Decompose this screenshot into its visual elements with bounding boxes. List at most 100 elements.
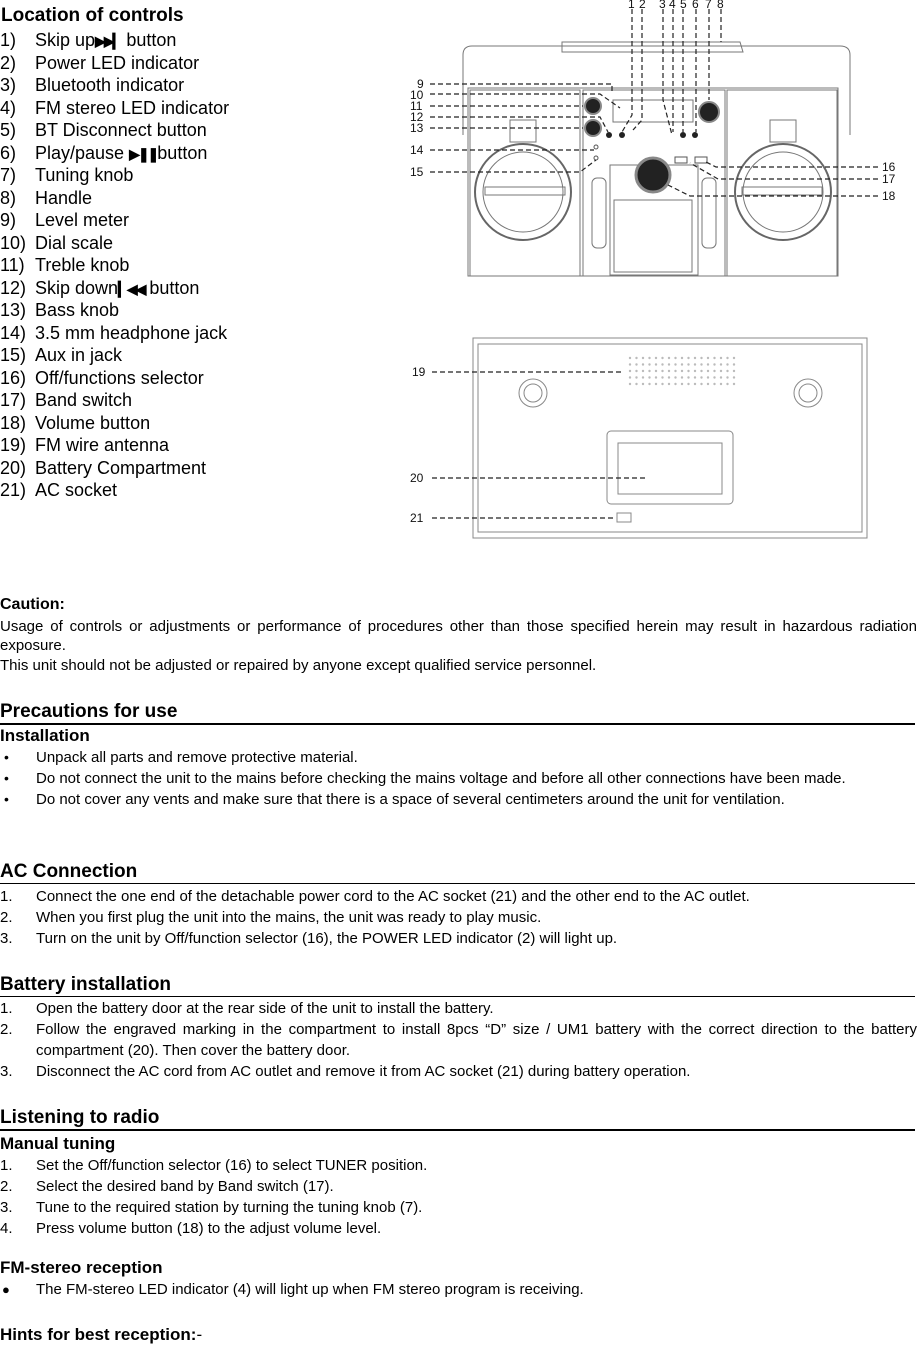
hints-heading-suffix: - [196, 1325, 203, 1344]
boombox-rear-illustration [472, 337, 868, 539]
hints-heading: Hints for best reception:- [0, 1324, 917, 1346]
control-label: Tuning knob [35, 165, 134, 185]
control-item: 4) FM stereo LED indicator [0, 97, 229, 120]
vent-hole [687, 356, 690, 360]
skip-down-button-icon [606, 132, 612, 138]
callout-5: 5 [680, 0, 687, 11]
step-text: Follow the engraved marking in the compa… [36, 1021, 917, 1059]
callout-18: 18 [882, 189, 896, 203]
front-controls [584, 97, 720, 194]
control-item: 13) Bass knob [0, 299, 229, 322]
control-label: Volume button [35, 412, 151, 433]
callout-17: 17 [882, 172, 896, 186]
step-number: 2. [0, 1021, 13, 1038]
left-speaker-panel [469, 89, 581, 277]
vent-hole [719, 376, 723, 379]
control-number: 8) [0, 187, 17, 208]
vent-hole [706, 369, 710, 373]
step-number: 1. [0, 1000, 13, 1017]
vent-hole [700, 376, 703, 379]
control-number: 20) [0, 457, 27, 478]
vent-hole [706, 382, 710, 386]
control-item: 10) Dial scale [0, 232, 229, 255]
vent-hole [648, 382, 651, 386]
control-label: Off/functions selector [35, 367, 204, 388]
vent-hole [726, 356, 729, 360]
installation-subheading: Installation [0, 726, 90, 745]
rear-panel-outer [472, 337, 868, 539]
right-speaker-panel [726, 89, 838, 277]
vent-hole [674, 376, 677, 379]
vent-hole [726, 382, 729, 386]
left-foot-icon [518, 378, 548, 408]
control-number: 16) [0, 367, 27, 388]
controls-heading: Location of controls [1, 5, 184, 26]
vent-hole [628, 356, 632, 360]
control-item: 7) Tuning knob [0, 164, 229, 187]
callout-1: 1 [628, 0, 635, 11]
play-pause-button-icon [692, 132, 698, 138]
vent-hole [661, 382, 664, 386]
vent-hole [680, 382, 684, 386]
control-label: Power LED indicator [35, 52, 200, 73]
callout-14: 14 [410, 143, 424, 157]
vent-hole [635, 376, 638, 379]
step-number: 3. [0, 930, 13, 947]
vent-hole [713, 369, 716, 373]
list-item: 2. When you first plug the unit into the … [0, 907, 917, 928]
vent-hole [667, 363, 671, 366]
step-number: 1. [0, 1157, 13, 1174]
control-item: 1) Skip up▶▶▎ button [0, 29, 229, 52]
vent-hole [648, 356, 651, 360]
control-item: 3) Bluetooth indicator [0, 74, 229, 97]
vent-hole [635, 363, 638, 366]
control-label: Treble knob [35, 255, 130, 275]
left-speaker-ring [474, 143, 572, 241]
control-item: 15) Aux in jack [0, 344, 229, 367]
fm-stereo-list: The FM-stereo LED indicator (4) will lig… [0, 1279, 917, 1300]
callout-2: 2 [639, 0, 646, 11]
function-selector-icon [674, 156, 688, 164]
control-number: 14) [0, 322, 27, 343]
precautions-section: Precautions for use Installation Unpack … [0, 701, 917, 810]
control-label: FM stereo LED indicator [35, 97, 230, 118]
rear-callout-labels: 19 20 21 [410, 365, 426, 525]
play-pause-icon: ▶❚❚ [129, 145, 159, 162]
vent-hole [726, 376, 729, 379]
control-label: Bass knob [35, 300, 120, 320]
ac-connection-steps: 1. Connect the one end of the detachable … [0, 886, 917, 949]
control-number: 9) [0, 210, 17, 230]
control-item: 16) Off/functions selector [0, 367, 229, 390]
step-text: Connect the one end of the detachable po… [36, 888, 750, 905]
control-number: 2) [0, 52, 17, 73]
step-text: Set the Off/function selector (16) to se… [36, 1157, 428, 1174]
vent-hole [713, 356, 716, 360]
caution-heading: Caution: [0, 596, 65, 613]
vent-hole [661, 363, 664, 366]
radio-heading: Listening to radio [0, 1107, 915, 1131]
vent-hole [719, 382, 723, 386]
step-number: 4. [0, 1220, 13, 1237]
vent-hole [732, 382, 736, 386]
control-item: 6) Play/pause ▶❚❚button [0, 142, 229, 165]
vent-hole [641, 382, 645, 386]
vent-hole [661, 369, 664, 373]
rear-callout-lines [432, 371, 645, 519]
control-label: BT Disconnect button [35, 120, 207, 140]
battery-steps: 1. Open the battery door at the rear side… [0, 998, 917, 1082]
battery-heading: Battery installation [0, 974, 915, 997]
callout-21: 21 [410, 511, 424, 525]
caution-paragraph-1: Usage of controls or adjustments or perf… [0, 618, 917, 654]
treble-knob-icon [584, 97, 602, 115]
callout-6: 6 [692, 0, 699, 11]
callout-7: 7 [705, 0, 712, 11]
dial-scale-window [612, 99, 694, 123]
list-item: 3. Turn on the unit by Off/function selec… [0, 928, 917, 949]
vent-hole [693, 363, 697, 366]
vent-hole [706, 376, 710, 379]
tuning-knob-icon [698, 101, 720, 123]
hints-heading-text: Hints for best reception: [0, 1325, 197, 1344]
vent-hole [648, 363, 651, 366]
skip-up-button-icon [619, 132, 625, 138]
control-item: 9) Level meter [0, 209, 229, 232]
